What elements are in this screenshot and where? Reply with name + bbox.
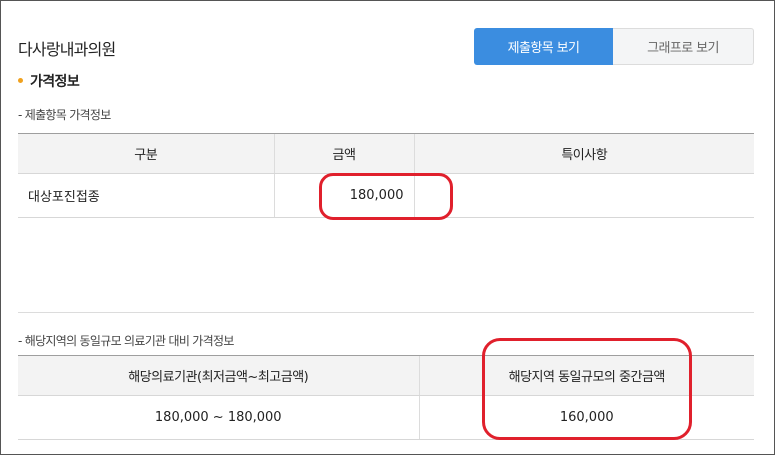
column-header-amount: 금액 <box>273 133 414 174</box>
amount-highlight-circle <box>319 173 453 220</box>
clinic-name: 다사랑내과의원 <box>18 40 116 59</box>
bullet-dot-icon <box>18 77 23 83</box>
category-cell: 대상포진접종 <box>18 173 274 218</box>
view-toggle: 제출항목 보기 그래프로 보기 <box>474 28 754 65</box>
regional-price-subtitle: - 해당지역의 동일규모 의료기관 대비 가격정보 <box>18 334 234 348</box>
graph-view-button[interactable]: 그래프로 보기 <box>613 28 754 65</box>
section-divider <box>18 312 754 313</box>
table-header-row: 구분 금액 특이사항 <box>18 133 754 174</box>
submitted-price-subtitle: - 제출항목 가격정보 <box>18 108 111 122</box>
price-section-title: 가격정보 <box>30 74 80 90</box>
price-section-header: 가격정보 <box>18 71 80 91</box>
submitted-items-view-button[interactable]: 제출항목 보기 <box>474 28 613 65</box>
median-highlight-circle <box>482 338 692 440</box>
column-header-note: 특이사항 <box>413 133 754 174</box>
price-range-cell: 180,000 ~ 180,000 <box>18 395 419 440</box>
note-cell <box>413 173 754 218</box>
column-header-category: 구분 <box>18 133 274 174</box>
column-header-price-range: 해당의료기관(최저금액~최고금액) <box>18 355 419 396</box>
